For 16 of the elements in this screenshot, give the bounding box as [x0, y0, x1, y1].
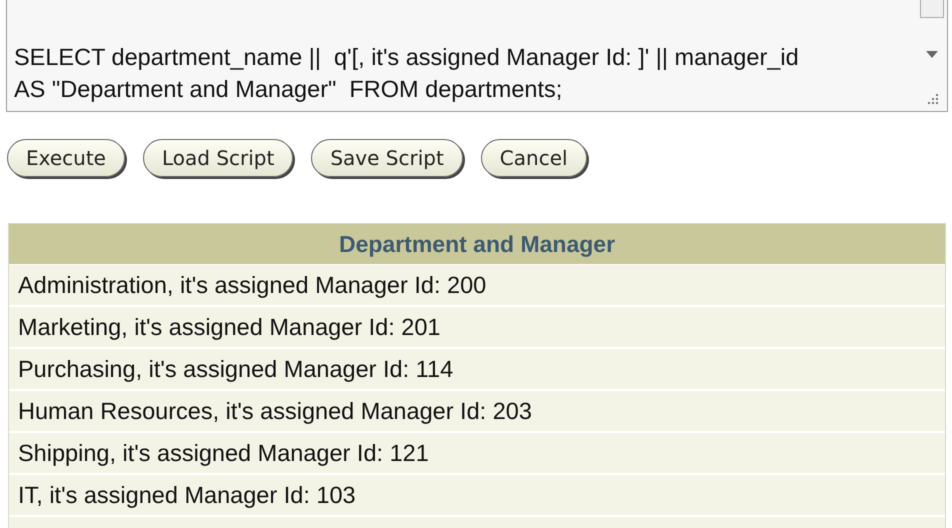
sql-editor[interactable]: SELECT department_name || q'[, it's assigned Manager Id: ]' || manager_id AS "Department and Manager" FROM departments;: [6, 0, 948, 112]
table-cell: Administration, it's assigned Manager Id: 200: [9, 265, 945, 307]
script-button[interactable]: Cancel: [480, 139, 587, 177]
column-header: Department and Manager: [9, 224, 945, 265]
table-cell: Marketing, it's assigned Manager Id: 201: [9, 307, 945, 349]
table-cell: Human Resources, it's assigned Manager Id: 203: [9, 391, 945, 433]
script-button[interactable]: Execute: [7, 139, 125, 177]
table-cell: Purchasing, it's assigned Manager Id: 114: [9, 349, 945, 391]
scroll-down-icon[interactable]: [926, 51, 938, 58]
sql-line: AS "Department and Manager" FROM departments;: [14, 75, 564, 104]
table-cell: IT, it's assigned Manager Id: 103: [9, 475, 945, 517]
sql-line: SELECT department_name || q'[, it's assigned Manager Id: ]' || manager_id: [14, 43, 800, 72]
script-button[interactable]: Load Script: [142, 139, 294, 177]
resize-grip-icon[interactable]: [925, 91, 939, 105]
table-cell: Shipping, it's assigned Manager Id: 121: [9, 433, 945, 475]
script-button[interactable]: Save Script: [311, 139, 463, 177]
